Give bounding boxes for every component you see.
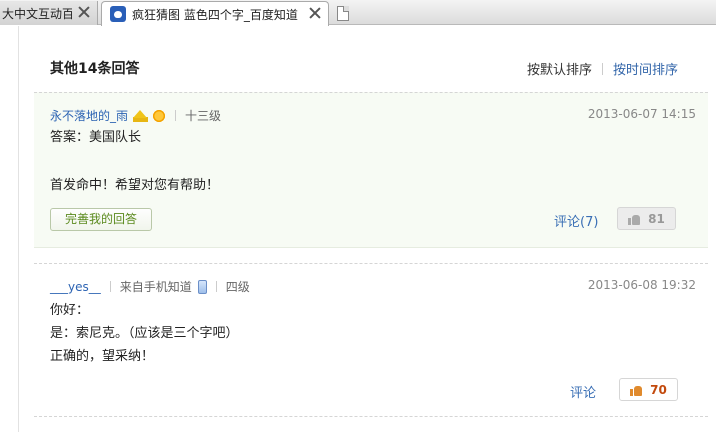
thumbs-up-icon [628, 213, 641, 225]
tab-2-label: 疯狂猜图 蓝色四个字_百度知道 [132, 7, 298, 22]
page-icon [337, 5, 349, 21]
answer-line: 答案：美国队长 [50, 130, 142, 145]
answer-line: 首发命中！希望对您有帮助！ [50, 178, 220, 193]
thumbs-up-icon [630, 384, 643, 396]
sort-separator [601, 62, 603, 75]
tab-2-active[interactable]: 疯狂猜图 蓝色四个字_百度知道 [101, 1, 329, 26]
meta-separator [109, 281, 111, 292]
upvote-button[interactable]: 70 [619, 378, 678, 401]
upvote-button[interactable]: 81 [617, 207, 676, 230]
answer-date: 2013-06-08 19:32 [587, 278, 696, 292]
meta-separator [215, 281, 217, 292]
answer-level: 四级 [225, 280, 250, 294]
answer-line: 是：索尼克。（应该是三个字吧） [50, 326, 239, 341]
close-icon[interactable] [77, 5, 91, 19]
answer-level: 十三级 [185, 109, 222, 123]
upvote-count: 81 [648, 211, 665, 226]
crown-icon [133, 109, 149, 122]
phone-icon [197, 279, 207, 294]
divider [34, 416, 708, 417]
comment-link[interactable]: 评论 [570, 382, 596, 401]
close-icon[interactable] [308, 6, 322, 20]
comment-link[interactable]: 评论(7) [554, 211, 598, 230]
answer-source: 来自手机知道 [119, 280, 192, 294]
answer-date: 2013-06-07 14:15 [587, 107, 696, 121]
browser-tab-bar: 大中文互动百 疯狂猜图 蓝色四个字_百度知道 [0, 0, 716, 26]
answer-line: 正确的，望采纳！ [50, 349, 155, 364]
sort-time-link[interactable]: 按时间排序 [613, 59, 678, 78]
improve-answer-button[interactable]: 完善我的回答 [50, 208, 152, 231]
new-tab-button[interactable] [333, 1, 357, 25]
section-title: 其他14条回答 [50, 61, 140, 77]
answer-item: ___yes__ 来自手机知道 四级 2013-06-08 19:32 你好： … [34, 263, 708, 408]
answer-line: 你好： [50, 303, 90, 318]
answer-username[interactable]: 永不落地的_雨 [50, 107, 128, 124]
answer-meta: ___yes__ 来自手机知道 四级 [50, 278, 250, 295]
meta-separator [175, 110, 177, 121]
answer-item: 永不落地的_雨 十三级 2013-06-07 14:15 答案：美国队长 首发命… [34, 92, 708, 248]
sun-icon [152, 108, 167, 123]
paw-icon [110, 6, 126, 22]
answers-panel: 其他14条回答 按默认排序 按时间排序 永不落地的_雨 十三级 2013-06-… [18, 26, 716, 432]
answer-username[interactable]: ___yes__ [50, 280, 101, 294]
sort-links: 按默认排序 按时间排序 [527, 59, 678, 78]
answer-meta: 永不落地的_雨 十三级 [50, 107, 221, 124]
upvote-count: 70 [650, 382, 667, 397]
sort-default-link[interactable]: 按默认排序 [527, 59, 592, 78]
tab-1[interactable]: 大中文互动百 [0, 1, 98, 25]
tab-1-label: 大中文互动百 [2, 6, 72, 21]
